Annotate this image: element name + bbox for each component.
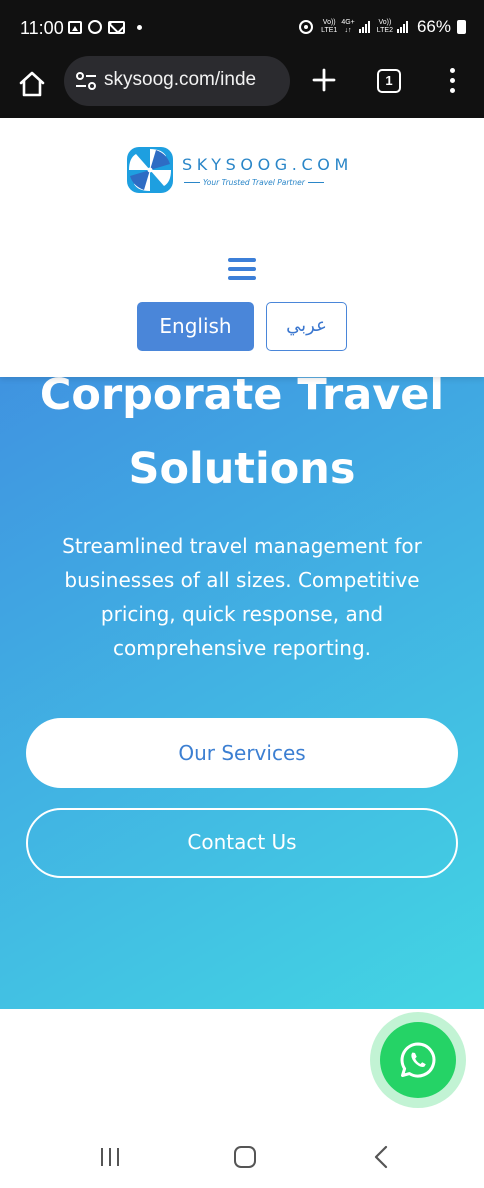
tagline-rule xyxy=(307,182,324,183)
back-icon[interactable] xyxy=(372,1145,392,1169)
sim2-lte: LTE2 xyxy=(376,27,393,34)
hotspot-icon xyxy=(299,20,314,34)
recent-apps-icon[interactable] xyxy=(98,1146,122,1168)
hero-title: Corporate Travel Solutions xyxy=(0,358,484,506)
home-nav-icon[interactable] xyxy=(234,1146,256,1168)
whatsapp-icon xyxy=(400,1042,436,1078)
circle-notification-icon xyxy=(88,20,102,34)
site-logo[interactable]: SKYSOOG.COM Your Trusted Travel Partner xyxy=(126,146,366,196)
signal-1-icon xyxy=(358,21,370,33)
hero-section: Corporate Travel Solutions Streamlined t… xyxy=(0,318,484,1009)
sim1-volte: Vo)) xyxy=(322,19,336,26)
sim2-label: Vo)) LTE2 xyxy=(377,19,393,35)
contact-us-button[interactable]: Contact Us xyxy=(26,808,458,878)
network-4g: 4G+ xyxy=(341,19,355,26)
logo-tagline-row: Your Trusted Travel Partner xyxy=(184,178,324,187)
notification-icons xyxy=(68,20,142,34)
address-bar[interactable]: skysoog.com/inde xyxy=(64,56,290,106)
site-settings-icon[interactable] xyxy=(74,72,98,90)
language-english-button[interactable]: English xyxy=(137,302,254,351)
system-icons: Vo)) LTE1 4G+ ↓↑ Vo)) LTE2 66% xyxy=(299,17,466,37)
language-arabic-button[interactable]: عربي xyxy=(266,302,347,351)
status-bar: 11:00 Vo)) LTE1 4G+ ↓↑ Vo)) LTE2 66% xyxy=(0,0,484,56)
hero-description: Streamlined travel management for busine… xyxy=(62,534,422,660)
logo-tagline: Your Trusted Travel Partner xyxy=(203,178,305,187)
sim1-lte: LTE1 xyxy=(321,27,338,34)
whatsapp-button[interactable] xyxy=(370,1012,466,1108)
our-services-button[interactable]: Our Services xyxy=(26,718,458,788)
system-nav-bar xyxy=(0,1126,484,1188)
network-arrows: ↓↑ xyxy=(344,27,352,34)
hamburger-icon[interactable] xyxy=(228,257,256,281)
more-vert-icon[interactable] xyxy=(444,66,460,96)
battery-percent: 66% xyxy=(416,17,451,36)
gallery-icon xyxy=(68,20,82,34)
status-time: 11:00 xyxy=(20,18,64,38)
mail-icon xyxy=(108,20,125,34)
url-text[interactable]: skysoog.com/inde xyxy=(104,69,282,91)
signal-2-icon xyxy=(396,21,408,33)
sim2-volte: Vo)) xyxy=(378,19,392,26)
more-notifications-icon xyxy=(137,24,142,30)
tagline-rule xyxy=(184,182,200,183)
home-icon[interactable] xyxy=(14,66,50,102)
tabs-icon[interactable]: 1 xyxy=(377,69,401,93)
hero-title-line-2: Solutions xyxy=(128,444,356,494)
battery-icon xyxy=(457,20,466,34)
plus-icon[interactable] xyxy=(308,64,340,96)
network-type: 4G+ ↓↑ xyxy=(341,19,354,35)
site-header: SKYSOOG.COM Your Trusted Travel Partner … xyxy=(0,118,484,377)
sim1-label: Vo)) LTE1 xyxy=(321,19,337,35)
logo-mark-icon xyxy=(126,146,174,194)
whatsapp-circle[interactable] xyxy=(380,1022,456,1098)
browser-toolbar: skysoog.com/inde 1 xyxy=(0,56,484,118)
logo-name: SKYSOOG.COM xyxy=(182,155,353,174)
